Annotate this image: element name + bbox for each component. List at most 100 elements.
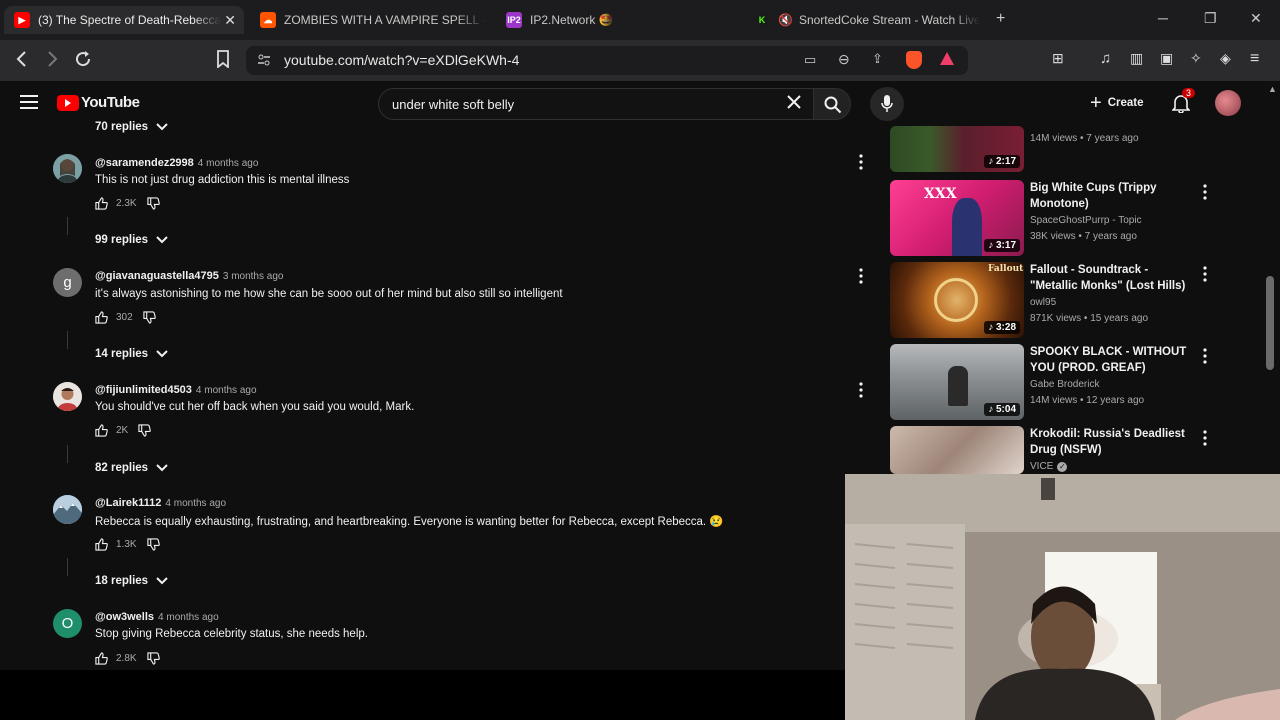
muted-icon[interactable]: 🔇 xyxy=(778,13,793,27)
more-options-icon[interactable] xyxy=(1202,348,1208,364)
recommended-video[interactable]: ♪ 5:04 SPOOKY BLACK - WITHOUT YOU (PROD.… xyxy=(890,344,1220,420)
sidebar-toggle-icon[interactable]: ▥ xyxy=(1130,50,1150,70)
video-thumbnail[interactable]: ♪ 5:04 xyxy=(890,344,1024,420)
more-options-icon[interactable] xyxy=(858,154,864,170)
media-icon[interactable]: ♫ xyxy=(1100,50,1120,70)
youtube-logo[interactable]: YouTube xyxy=(57,94,140,111)
channel-name[interactable]: SpaceGhostPurrp - Topic xyxy=(1030,215,1142,226)
video-thumbnail[interactable]: XXX ♪ 3:17 xyxy=(890,180,1024,256)
restore-icon[interactable]: ❐ xyxy=(1204,10,1217,27)
site-settings-icon[interactable] xyxy=(256,52,272,73)
tab-soundcloud[interactable]: ☁ ZOMBIES WITH A VAMPIRE SPELL - V xyxy=(250,6,486,34)
dislike-icon[interactable] xyxy=(146,652,160,665)
commenter-avatar[interactable]: g xyxy=(53,268,82,297)
channel-name[interactable]: Gabe Broderick xyxy=(1030,379,1099,390)
more-options-icon[interactable] xyxy=(1202,430,1208,446)
view-replies-button[interactable]: 14 replies xyxy=(95,348,168,360)
view-replies-button[interactable]: 99 replies xyxy=(95,234,168,246)
search-input[interactable]: under white soft belly xyxy=(392,97,514,112)
like-icon[interactable] xyxy=(95,538,108,551)
view-replies-button[interactable]: 82 replies xyxy=(95,462,168,474)
search-button[interactable] xyxy=(813,88,851,120)
more-options-icon[interactable] xyxy=(858,268,864,284)
cast-icon[interactable]: ▭ xyxy=(804,52,816,68)
author-handle[interactable]: @Lairek1112 xyxy=(95,497,161,509)
comment-time[interactable]: 4 months ago xyxy=(165,498,226,509)
like-icon[interactable] xyxy=(95,311,108,324)
channel-row[interactable]: VICE ✓ xyxy=(1030,461,1068,472)
author-handle[interactable]: @ow3wells xyxy=(95,611,154,623)
commenter-avatar[interactable]: O xyxy=(53,609,82,638)
more-options-icon[interactable] xyxy=(1202,184,1208,200)
comment-time[interactable]: 4 months ago xyxy=(158,612,219,623)
video-title[interactable]: Krokodil: Russia's Deadliest Drug (NSFW) xyxy=(1030,426,1195,458)
recommended-video[interactable]: ♪ 2:17 14M views • 7 years ago xyxy=(890,96,1220,172)
address-bar[interactable]: youtube.com/watch?v=eXDlGeKWh-4 ▭ ⊖ ⇪ xyxy=(246,46,968,75)
comment-time[interactable]: 4 months ago xyxy=(198,158,259,169)
comment-author[interactable]: @ow3wells 4 months ago xyxy=(95,611,219,623)
channel-name[interactable]: VICE xyxy=(1030,461,1053,472)
brave-shield-icon[interactable] xyxy=(906,51,922,69)
reload-icon[interactable] xyxy=(74,50,92,72)
dislike-icon[interactable] xyxy=(146,538,160,551)
vpn-icon[interactable]: ◈ xyxy=(1220,50,1240,70)
view-replies-button[interactable]: 70 replies xyxy=(95,121,168,133)
comment-author[interactable]: @saramendez2998 4 months ago xyxy=(95,157,258,169)
comment-author[interactable]: @giavanaguastella4795 3 months ago xyxy=(95,270,283,282)
new-tab-icon[interactable]: + xyxy=(996,10,1005,28)
video-title[interactable]: Big White Cups (Trippy Monotone) xyxy=(1030,180,1195,212)
hamburger-menu-icon[interactable] xyxy=(20,95,38,114)
page-scrollbar[interactable] xyxy=(1266,276,1274,370)
author-handle[interactable]: @saramendez2998 xyxy=(95,157,194,169)
video-thumbnail[interactable] xyxy=(890,426,1024,474)
more-options-icon[interactable] xyxy=(1202,266,1208,282)
author-handle[interactable]: @giavanaguastella4795 xyxy=(95,270,219,282)
window-close-icon[interactable]: ✕ xyxy=(1250,10,1262,27)
comment-thread: @fijiunlimited4503 4 months ago You shoul… xyxy=(0,376,880,489)
tab-ip2[interactable]: IP2 IP2.Network 🤩 xyxy=(496,6,732,34)
recommended-video[interactable]: Krokodil: Russia's Deadliest Drug (NSFW)… xyxy=(890,426,1220,474)
video-title[interactable]: SPOOKY BLACK - WITHOUT YOU (PROD. GREAF) xyxy=(1030,344,1195,376)
recommended-video[interactable]: XXX ♪ 3:17 Big White Cups (Trippy Monoto… xyxy=(890,180,1220,256)
like-icon[interactable] xyxy=(95,652,108,665)
wallet-icon[interactable]: ▣ xyxy=(1160,50,1180,70)
scroll-up-arrow-icon[interactable]: ▲ xyxy=(1268,84,1277,94)
forward-icon[interactable] xyxy=(44,50,60,72)
url-text[interactable]: youtube.com/watch?v=eXDlGeKWh-4 xyxy=(284,52,519,68)
ai-assistant-icon[interactable]: ✧ xyxy=(1190,50,1210,70)
video-thumbnail[interactable]: ♪ 2:17 xyxy=(890,126,1024,172)
close-tab-icon[interactable]: ✕ xyxy=(224,12,236,29)
zoom-icon[interactable]: ⊖ xyxy=(838,51,850,68)
comment-time[interactable]: 4 months ago xyxy=(196,385,257,396)
share-icon[interactable]: ⇪ xyxy=(872,51,883,67)
dislike-icon[interactable] xyxy=(138,424,152,437)
menu-icon[interactable]: ≡ xyxy=(1250,50,1270,70)
recommended-video[interactable]: Fallout ♪ 3:28 Fallout - Soundtrack - "M… xyxy=(890,262,1220,338)
tab-youtube[interactable]: ▶ (3) The Spectre of Death-Rebecca ✕ xyxy=(4,6,244,34)
clear-search-icon[interactable] xyxy=(787,95,801,114)
minimize-icon[interactable]: ─ xyxy=(1158,10,1168,26)
comment-time[interactable]: 3 months ago xyxy=(223,271,284,282)
video-title[interactable]: Fallout - Soundtrack - "Metallic Monks" … xyxy=(1030,262,1195,294)
video-thumbnail[interactable]: Fallout ♪ 3:28 xyxy=(890,262,1024,338)
commenter-avatar[interactable] xyxy=(53,495,82,524)
commenter-avatar[interactable] xyxy=(53,382,82,411)
comment-author[interactable]: @Lairek1112 4 months ago xyxy=(95,497,226,509)
dislike-icon[interactable] xyxy=(143,311,156,324)
back-icon[interactable] xyxy=(14,50,30,72)
brave-rewards-icon[interactable] xyxy=(940,52,954,65)
more-options-icon[interactable] xyxy=(858,382,864,398)
replies-count: 99 replies xyxy=(95,234,149,246)
commenter-avatar[interactable] xyxy=(53,154,82,183)
bookmark-icon[interactable] xyxy=(216,50,230,72)
comment-author[interactable]: @fijiunlimited4503 4 months ago xyxy=(95,384,257,396)
tab-kick[interactable]: K 🔇 SnortedCoke Stream - Watch Live xyxy=(744,6,980,34)
author-handle[interactable]: @fijiunlimited4503 xyxy=(95,384,192,396)
like-icon[interactable] xyxy=(95,197,108,210)
like-icon[interactable] xyxy=(95,424,108,437)
view-replies-button[interactable]: 18 replies xyxy=(95,575,168,587)
tab-search-icon[interactable]: ⊞ xyxy=(1052,50,1072,70)
channel-name[interactable]: owl95 xyxy=(1030,297,1056,308)
dislike-icon[interactable] xyxy=(146,197,160,210)
search-box[interactable]: under white soft belly xyxy=(378,88,814,120)
